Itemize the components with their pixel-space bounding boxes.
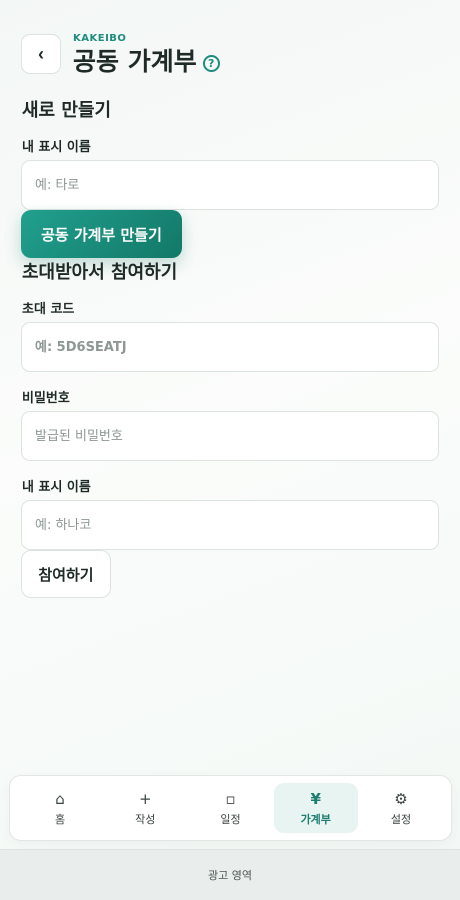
nav-label-write: 작성 [135, 812, 156, 826]
join-name-input[interactable] [21, 500, 439, 550]
join-button[interactable]: 참여하기 [21, 550, 111, 598]
nav-item-home[interactable]: ⌂ 홈 [18, 783, 102, 833]
nav-item-ledger[interactable]: ¥ 가계부 [273, 783, 358, 833]
page-title: 공동 가계부 [73, 47, 197, 76]
nav-label-settings: 설정 [390, 812, 412, 826]
ad-label: 광고 영역 [208, 869, 252, 882]
password-label: 비밀번호 [22, 391, 70, 406]
yen-icon: ¥ [310, 789, 321, 808]
nav-item-settings[interactable]: ⚙ 설정 [359, 783, 443, 833]
brand-label: KAKEIBO [73, 33, 127, 44]
nav-label-ledger: 가계부 [300, 812, 331, 826]
join-name-label: 내 표시 이름 [22, 480, 91, 495]
header: ‹ KAKEIBO 공동 가계부 ? [21, 33, 220, 77]
nav-label-schedule: 일정 [220, 812, 241, 826]
back-button[interactable]: ‹ [21, 34, 61, 74]
invite-code-input[interactable] [21, 322, 439, 372]
nav-item-schedule[interactable]: ▫ 일정 [189, 783, 273, 833]
plus-icon: + [138, 789, 152, 808]
calendar-icon: ▫ [225, 789, 236, 808]
ad-banner: 광고 영역 [0, 849, 460, 900]
title-row: 공동 가계부 ? [73, 47, 220, 77]
create-ledger-button[interactable]: 공동 가계부 만들기 [21, 210, 182, 258]
nav-label-home: 홈 [54, 812, 66, 826]
bottom-nav: ⌂ 홈 + 작성 ▫ 일정 ¥ 가계부 ⚙ 설정 [9, 775, 452, 841]
title-wrap: KAKEIBO 공동 가계부 ? [73, 33, 220, 77]
nav-item-write[interactable]: + 작성 [103, 783, 187, 833]
create-name-input[interactable] [21, 160, 439, 210]
password-input[interactable] [21, 411, 439, 461]
invite-code-label: 초대 코드 [22, 302, 75, 317]
help-icon[interactable]: ? [202, 55, 220, 72]
create-section-title: 새로 만들기 [22, 100, 112, 121]
join-section-title: 초대받아서 참여하기 [22, 262, 178, 283]
chevron-left-icon: ‹ [38, 43, 44, 64]
home-icon: ⌂ [55, 789, 65, 808]
create-name-label: 내 표시 이름 [22, 140, 91, 155]
gear-icon: ⚙ [394, 789, 408, 808]
